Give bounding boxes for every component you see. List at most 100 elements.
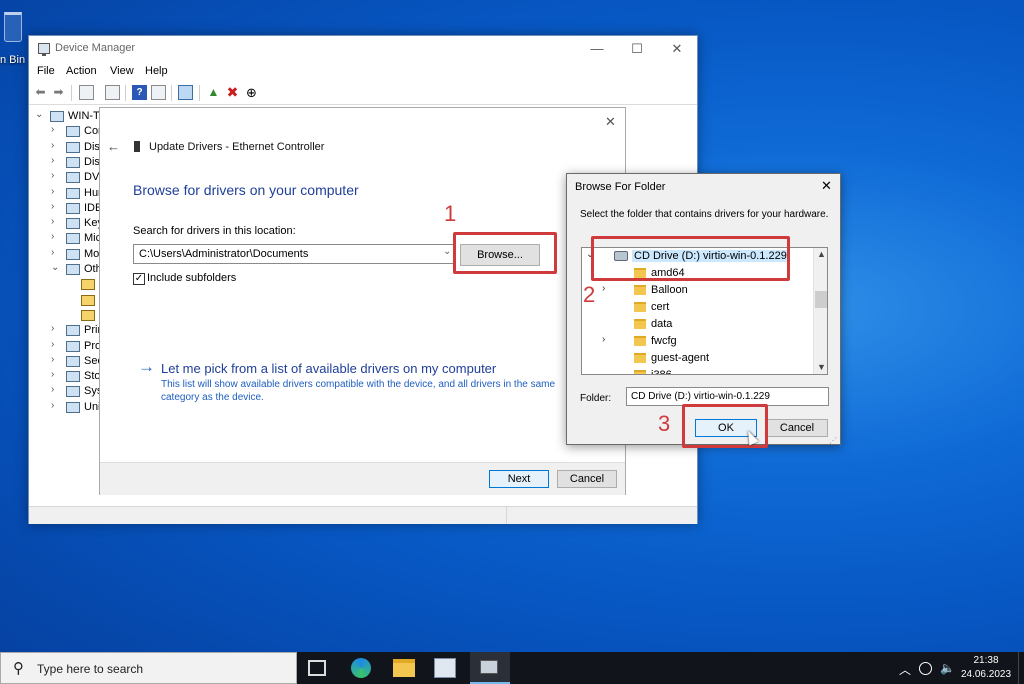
tree-item[interactable]: ›Disp bbox=[29, 155, 101, 170]
chevron-down-icon[interactable]: ⌄ bbox=[443, 246, 451, 257]
tree-item[interactable]: ›Key bbox=[29, 216, 101, 231]
menu-file[interactable]: File bbox=[37, 65, 55, 77]
device-category-icon bbox=[66, 156, 80, 168]
chevron-right-icon[interactable]: › bbox=[51, 354, 54, 365]
chevron-right-icon[interactable]: › bbox=[51, 247, 54, 258]
tree-item[interactable]: ⌄ Oth bbox=[29, 262, 101, 277]
tree-item[interactable]: ›Prin bbox=[29, 323, 101, 338]
scan-hardware-icon[interactable]: ⊕ bbox=[244, 85, 259, 100]
include-subfolders-checkbox[interactable]: ✓ bbox=[133, 273, 145, 285]
chevron-down-icon[interactable]: ⌄ bbox=[35, 109, 43, 120]
folder-name: data bbox=[651, 318, 673, 330]
tree-item[interactable]: ›Sec bbox=[29, 354, 101, 369]
tree-item[interactable]: ›Hun bbox=[29, 186, 101, 201]
computer-monitor-icon[interactable] bbox=[178, 85, 193, 100]
folder-icon bbox=[634, 336, 646, 346]
status-pane bbox=[29, 507, 507, 524]
step-number-3: 3 bbox=[658, 411, 671, 436]
device-category-icon bbox=[66, 202, 80, 214]
tree-item[interactable]: ⌄ WIN-TF bbox=[29, 109, 101, 124]
title-bar[interactable]: Device Manager — ☐ ✕ bbox=[29, 36, 697, 62]
folder-name: fwcfg bbox=[651, 335, 677, 347]
tree-item[interactable]: › Cor bbox=[29, 124, 101, 139]
device-manager-taskbar-button[interactable] bbox=[470, 652, 510, 684]
menu-help[interactable]: Help bbox=[145, 65, 168, 77]
close-icon[interactable]: ✕ bbox=[605, 114, 616, 130]
chevron-right-icon[interactable]: › bbox=[51, 231, 54, 242]
scroll-down-icon[interactable]: ▼ bbox=[817, 362, 826, 372]
console-tree-icon[interactable] bbox=[151, 85, 166, 100]
menu-action[interactable]: Action bbox=[66, 65, 97, 77]
tree-item[interactable]: › Mo bbox=[29, 247, 101, 262]
window-title: Device Manager bbox=[55, 42, 136, 54]
tree-item[interactable]: › IDE bbox=[29, 201, 101, 216]
vertical-scrollbar[interactable]: ▲ ▼ bbox=[813, 248, 827, 374]
tree-item[interactable]: › Pro bbox=[29, 339, 101, 354]
chevron-right-icon[interactable]: › bbox=[51, 155, 54, 166]
tree-item[interactable]: › Sto bbox=[29, 369, 101, 384]
tree-item-label: Mo bbox=[84, 247, 100, 260]
chevron-right-icon[interactable]: › bbox=[51, 339, 54, 350]
scroll-up-icon[interactable]: ▲ bbox=[817, 249, 826, 259]
close-button[interactable]: ✕ bbox=[657, 36, 697, 62]
cancel-button[interactable]: Cancel bbox=[557, 470, 617, 488]
device-category-icon bbox=[66, 355, 80, 367]
device-view-icon[interactable] bbox=[105, 85, 120, 100]
tree-item[interactable]: › Uni bbox=[29, 400, 101, 415]
chevron-right-icon[interactable]: › bbox=[51, 216, 54, 227]
properties-icon[interactable] bbox=[79, 85, 94, 100]
network-icon[interactable] bbox=[919, 662, 932, 675]
server-manager-icon[interactable] bbox=[434, 658, 456, 678]
chevron-right-icon[interactable]: › bbox=[602, 334, 605, 345]
speaker-muted-icon[interactable]: 🔈 bbox=[940, 661, 955, 675]
chevron-right-icon[interactable]: › bbox=[51, 140, 54, 151]
device-manager-app-icon bbox=[38, 43, 50, 56]
back-arrow-icon[interactable]: ⬅ bbox=[33, 85, 48, 100]
highlight-cd-drive bbox=[591, 236, 790, 281]
tree-item[interactable]: ›Disk bbox=[29, 140, 101, 155]
pick-driver-link[interactable]: Let me pick from a list of available dri… bbox=[161, 361, 496, 376]
taskbar: ⚲ Type here to search ︿ 🔈 21:38 24.06.20… bbox=[0, 652, 1024, 684]
chevron-right-icon[interactable]: › bbox=[51, 124, 54, 135]
menu-view[interactable]: View bbox=[110, 65, 134, 77]
chevron-right-icon[interactable]: › bbox=[51, 170, 54, 181]
edge-browser-icon[interactable] bbox=[351, 658, 371, 678]
back-arrow-icon[interactable]: ← bbox=[107, 139, 120, 154]
tree-item[interactable]: › Mic bbox=[29, 231, 101, 246]
right-arrow-icon[interactable]: → bbox=[138, 357, 155, 377]
chevron-down-icon[interactable]: ⌄ bbox=[51, 262, 59, 273]
tree-item[interactable]: ›Syst bbox=[29, 384, 101, 399]
chevron-right-icon[interactable]: › bbox=[51, 369, 54, 380]
tree-item[interactable]: ›DVD bbox=[29, 170, 101, 185]
cancel-button[interactable]: Cancel bbox=[766, 419, 828, 437]
task-view-icon[interactable] bbox=[308, 660, 326, 676]
close-icon[interactable]: ✕ bbox=[821, 178, 832, 194]
chevron-right-icon[interactable]: › bbox=[51, 201, 54, 212]
show-desktop-button[interactable] bbox=[1018, 652, 1024, 684]
help-icon[interactable]: ? bbox=[132, 85, 147, 100]
tree-item[interactable] bbox=[29, 293, 101, 308]
maximize-button[interactable]: ☐ bbox=[617, 36, 657, 62]
chevron-right-icon[interactable]: › bbox=[51, 323, 54, 334]
scroll-thumb[interactable] bbox=[815, 291, 827, 308]
device-category-icon bbox=[66, 264, 80, 275]
tree-item[interactable] bbox=[29, 308, 101, 323]
chevron-right-icon[interactable]: › bbox=[51, 384, 54, 395]
search-icon: ⚲ bbox=[13, 660, 24, 677]
chevron-right-icon[interactable]: › bbox=[602, 283, 605, 294]
minimize-button[interactable]: — bbox=[577, 36, 617, 62]
chevron-right-icon[interactable]: › bbox=[51, 400, 54, 411]
search-box[interactable]: ⚲ Type here to search bbox=[0, 652, 297, 684]
resize-grip-icon[interactable]: ⋰ bbox=[829, 436, 837, 445]
system-clock[interactable]: 21:38 24.06.2023 bbox=[955, 654, 1017, 682]
driver-path-input[interactable] bbox=[133, 244, 455, 264]
forward-arrow-icon[interactable]: ➡ bbox=[51, 85, 66, 100]
chevron-up-icon[interactable]: ︿ bbox=[899, 661, 911, 678]
next-button[interactable]: Next bbox=[489, 470, 549, 488]
file-explorer-icon[interactable] bbox=[393, 659, 415, 677]
update-driver-icon[interactable]: ▲ bbox=[206, 85, 221, 100]
tree-item[interactable] bbox=[29, 277, 101, 292]
chevron-right-icon[interactable]: › bbox=[51, 186, 54, 197]
uninstall-device-icon[interactable]: ✖ bbox=[225, 85, 240, 100]
recycle-bin-shortcut[interactable]: n Bin bbox=[0, 8, 26, 88]
